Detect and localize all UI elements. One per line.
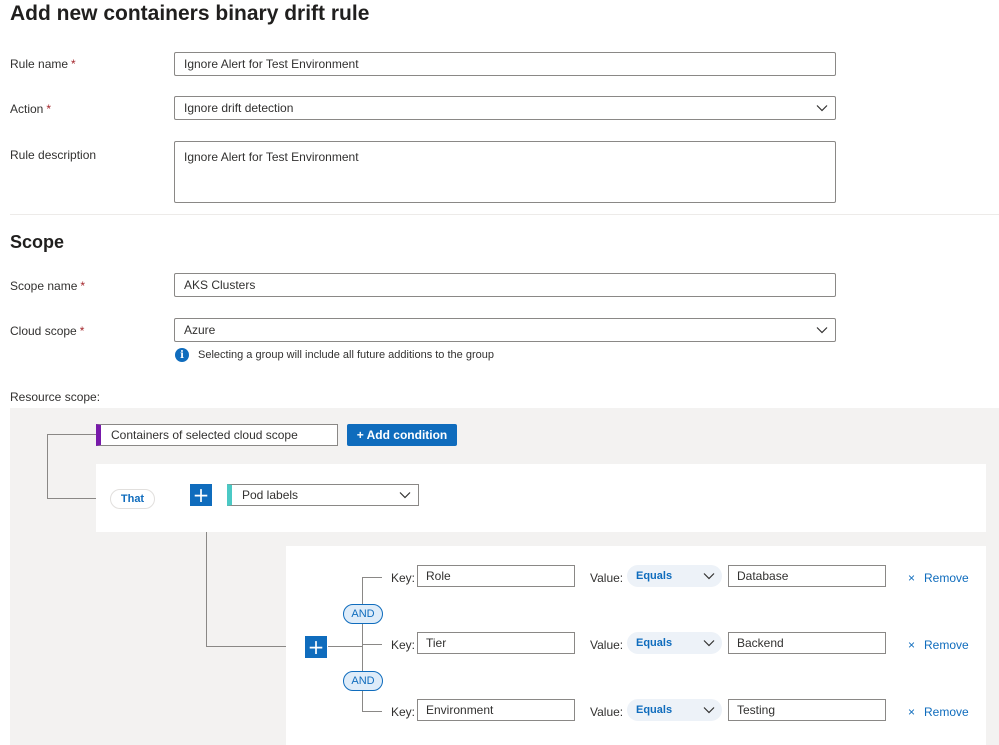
tree-connector bbox=[362, 711, 382, 712]
condition-value-input[interactable] bbox=[728, 565, 886, 587]
action-dropdown[interactable]: Ignore drift detection bbox=[174, 96, 836, 120]
chevron-down-icon bbox=[816, 327, 828, 334]
and-pill: AND bbox=[343, 604, 383, 624]
required-mark: * bbox=[80, 279, 86, 293]
criteria-value: Pod labels bbox=[242, 488, 299, 502]
tree-connector bbox=[328, 646, 363, 647]
chevron-down-icon bbox=[703, 573, 715, 580]
condition-key-input[interactable] bbox=[417, 565, 575, 587]
add-criteria-button[interactable]: + bbox=[190, 484, 212, 506]
tree-connector bbox=[206, 532, 207, 647]
action-label: Action * bbox=[10, 102, 52, 116]
required-mark: * bbox=[46, 102, 52, 116]
rule-name-label: Rule name * bbox=[10, 57, 76, 71]
value-label: Value: bbox=[590, 638, 624, 652]
rule-name-input[interactable] bbox=[174, 52, 836, 76]
required-mark: * bbox=[71, 57, 76, 71]
info-icon: i bbox=[175, 348, 189, 362]
section-divider bbox=[10, 214, 999, 215]
and-pill: AND bbox=[343, 671, 383, 691]
condition-value-input[interactable] bbox=[728, 699, 886, 721]
close-icon: × bbox=[908, 705, 916, 719]
resource-scope-label: Resource scope: bbox=[10, 390, 101, 404]
condition-value-input[interactable] bbox=[728, 632, 886, 654]
tree-connector bbox=[47, 434, 97, 435]
chevron-down-icon bbox=[703, 640, 715, 647]
cloud-scope-value: Azure bbox=[184, 323, 216, 337]
scope-name-label: Scope name * bbox=[10, 279, 86, 293]
add-condition-button[interactable]: + Add condition bbox=[347, 424, 457, 446]
rule-description-textarea[interactable]: Ignore Alert for Test Environment bbox=[174, 141, 836, 203]
cloud-scope-dropdown[interactable]: Azure bbox=[174, 318, 836, 342]
value-label: Value: bbox=[590, 705, 624, 719]
close-icon: × bbox=[908, 571, 916, 585]
tree-connector bbox=[362, 644, 382, 645]
info-text: Selecting a group will include all futur… bbox=[198, 349, 494, 361]
chevron-down-icon bbox=[816, 105, 828, 112]
tree-connector bbox=[47, 434, 48, 499]
key-label: Key: bbox=[391, 571, 416, 585]
chevron-down-icon bbox=[703, 707, 715, 714]
scope-heading: Scope bbox=[10, 232, 65, 252]
required-mark: * bbox=[79, 324, 85, 338]
cloud-scope-info: i Selecting a group will include all fut… bbox=[175, 348, 494, 362]
scope-name-input[interactable] bbox=[174, 273, 836, 297]
tree-connector bbox=[206, 646, 286, 647]
rule-description-label: Rule description bbox=[10, 148, 97, 162]
chevron-down-icon bbox=[399, 492, 411, 499]
value-label: Value: bbox=[590, 571, 624, 585]
operator-dropdown[interactable]: Equals bbox=[627, 699, 722, 721]
key-label: Key: bbox=[391, 705, 416, 719]
key-label: Key: bbox=[391, 638, 416, 652]
criteria-dropdown[interactable]: Pod labels bbox=[227, 484, 419, 506]
remove-condition-button[interactable]: × Remove bbox=[908, 571, 969, 585]
add-condition-row-button[interactable]: + bbox=[305, 636, 327, 658]
cloud-scope-label: Cloud scope * bbox=[10, 324, 85, 338]
root-scope-tag[interactable]: Containers of selected cloud scope bbox=[96, 424, 338, 446]
remove-condition-button[interactable]: × Remove bbox=[908, 705, 969, 719]
tree-connector bbox=[47, 498, 97, 499]
condition-key-input[interactable] bbox=[417, 632, 575, 654]
operator-dropdown[interactable]: Equals bbox=[627, 632, 722, 654]
remove-condition-button[interactable]: × Remove bbox=[908, 638, 969, 652]
page-title: Add new containers binary drift rule bbox=[10, 2, 370, 25]
that-pill: That bbox=[110, 489, 155, 509]
operator-dropdown[interactable]: Equals bbox=[627, 565, 722, 587]
close-icon: × bbox=[908, 638, 916, 652]
action-dropdown-value: Ignore drift detection bbox=[184, 101, 294, 115]
condition-key-input[interactable] bbox=[417, 699, 575, 721]
tree-connector bbox=[362, 577, 382, 578]
